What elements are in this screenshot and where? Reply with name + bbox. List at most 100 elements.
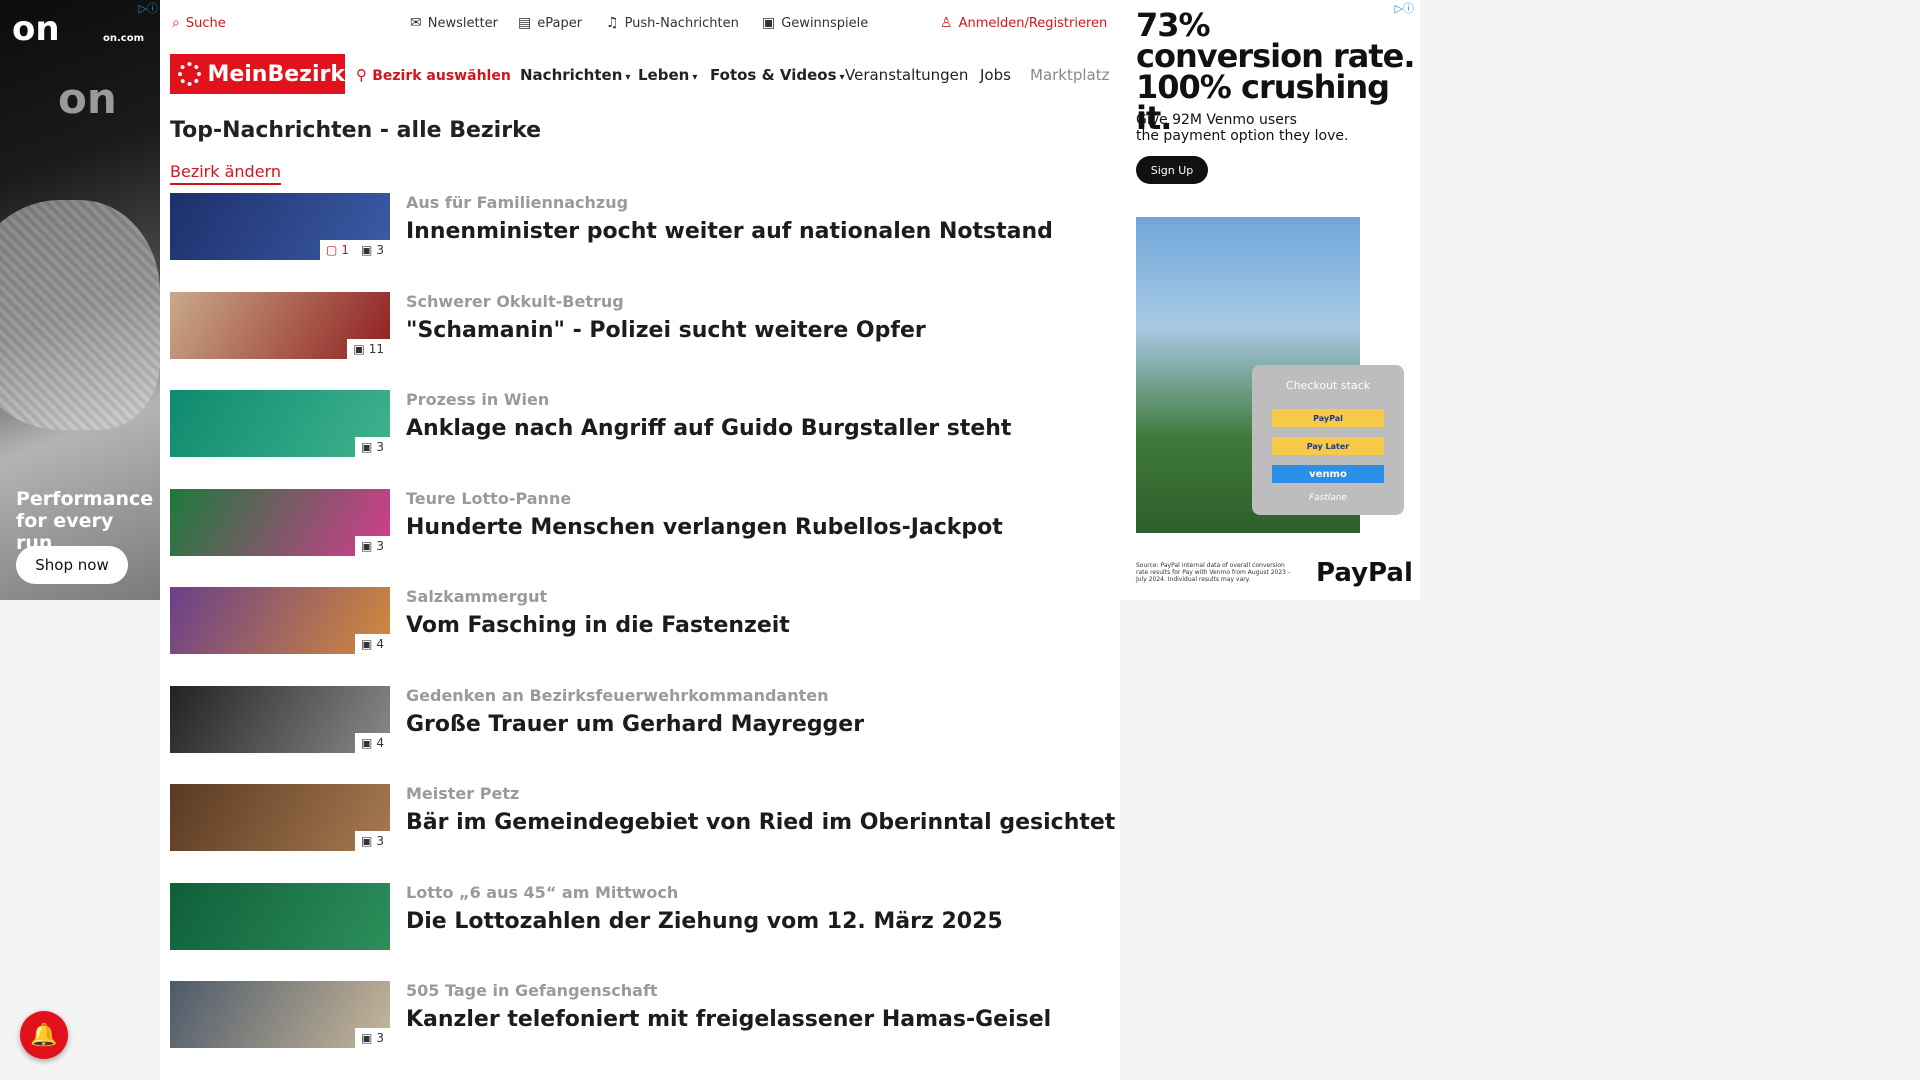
article-item[interactable]: ▣ 3 Meister Petz Bär im Gemeindegebiet von …: [170, 784, 1115, 852]
ad-shop-now-button[interactable]: Shop now: [16, 546, 128, 584]
top-utility-bar: ⌕ Suche ✉ Newsletter ▤ ePaper ♫ Push-Nac…: [160, 0, 1120, 46]
article-item[interactable]: ▣ 4 Salzkammergut Vom Fasching in die Faste…: [170, 587, 1110, 655]
mail-icon: ✉: [410, 15, 422, 31]
photo-count-badge: ▣ 4: [355, 634, 390, 654]
article-kicker: Gedenken an Bezirksfeuerwehrkommandanten: [406, 685, 829, 705]
thumbnail-badges: ▣ 3: [355, 535, 390, 556]
article-headline[interactable]: Die Lottozahlen der Ziehung vom 12. März…: [406, 909, 1003, 934]
article-thumbnail[interactable]: ▣ 3: [170, 390, 390, 457]
bell-icon: ♫: [606, 15, 619, 31]
image-icon: ▣: [361, 440, 373, 454]
thumbnail-badges: ▣ 3: [355, 1028, 390, 1048]
ad-right-rectangle[interactable]: ▷ⓘ 73% conversion rate. 100% crushing it…: [1120, 0, 1420, 600]
nav-jobs[interactable]: Jobs: [980, 66, 1011, 84]
ad-tagline: Performance for every run: [16, 488, 154, 554]
newsletter-link[interactable]: ✉ Newsletter: [410, 15, 498, 31]
select-district-link[interactable]: ⚲ Bezirk auswählen: [356, 66, 511, 84]
photo-count-badge: ▣ 4: [355, 732, 390, 753]
article-kicker: Prozess in Wien: [406, 390, 550, 409]
contests-link[interactable]: ▣ Gewinnspiele: [762, 15, 868, 31]
article-thumbnail[interactable]: ▣ 3: [170, 784, 390, 851]
ad-paypal-logo: PayPal: [1316, 558, 1413, 588]
ad-brand-logo: on: [12, 9, 60, 49]
adchoices-icon[interactable]: ▷ⓘ: [139, 0, 158, 16]
article-headline[interactable]: Kanzler telefoniert mit freigelassener H…: [406, 1007, 1051, 1032]
comment-count-badge: ▢ 1: [320, 240, 356, 260]
article-headline[interactable]: Bär im Gemeindegebiet von Ried im Oberin…: [406, 810, 1115, 835]
image-icon: ▣: [361, 538, 373, 553]
article-headline[interactable]: Anklage nach Angriff auf Guido Burgstall…: [406, 416, 1011, 441]
nav-photos-videos[interactable]: Fotos & Videos ▾: [710, 66, 845, 84]
ad-fastlane-label: Fastlane: [1308, 493, 1348, 503]
article-thumbnail[interactable]: ▣ 4: [170, 685, 390, 753]
article-item[interactable]: ▣ 3 Prozess in Wien Anklage nach Angriff au…: [170, 390, 1110, 458]
article-kicker: 505 Tage in Gefangenschaft: [406, 981, 658, 1000]
photo-count-badge: ▣ 3: [355, 831, 390, 851]
change-district-link[interactable]: Bezirk ändern: [170, 162, 281, 185]
photo-count-badge: ▣ 11: [347, 338, 390, 359]
article-thumbnail[interactable]: ▣ 3: [170, 981, 390, 1048]
nav-events[interactable]: Veranstaltungen: [845, 66, 968, 84]
article-headline[interactable]: Große Trauer um Gerhard Mayregger: [406, 712, 864, 737]
article-item[interactable]: ▣ 3 505 Tage in Gefangenschaft Kanzler tele…: [170, 981, 1110, 1049]
user-icon: ♙: [940, 15, 953, 31]
photo-count-badge: ▣ 3: [355, 1028, 390, 1048]
ad-logo-watermark: on: [58, 74, 117, 123]
ad-left-skyscraper[interactable]: ▷ⓘ on on on.com Performance for every ru…: [0, 0, 160, 600]
ad-pay-later-button: Pay Later: [1272, 437, 1384, 455]
chevron-down-icon: ▾: [625, 72, 631, 83]
article-item[interactable]: ▢ 1 ▣ 3 Aus für Familiennachzug Innenminister…: [170, 193, 1110, 261]
image-icon: ▣: [361, 243, 373, 257]
nav-news[interactable]: Nachrichten ▾: [520, 66, 630, 84]
article-item[interactable]: ▣ 4 Gedenken an Bezirksfeuerwehrkommandant…: [170, 685, 1110, 754]
article-kicker: Schwerer Okkult-Betrug: [406, 291, 624, 311]
map-pin-icon: ⚲: [356, 66, 367, 84]
ad-fineprint: Source: PayPal internal data of overall …: [1136, 562, 1291, 583]
site-logo[interactable]: MeinBezirk: [170, 54, 345, 94]
newspaper-icon: ▤: [518, 15, 532, 31]
article-item[interactable]: Lotto „6 aus 45“ am Mittwoch Die Lottozah…: [170, 882, 1110, 951]
article-thumbnail[interactable]: [170, 882, 390, 950]
chevron-down-icon: ▾: [839, 72, 845, 83]
epaper-link[interactable]: ▤ ePaper: [518, 15, 582, 31]
article-item[interactable]: ▣ 11 Schwerer Okkult-Betrug "Schamanin" - P…: [170, 291, 1110, 360]
article-kicker: Teure Lotto-Panne: [406, 488, 572, 508]
photo-count-badge: ▣ 3: [355, 535, 390, 556]
notification-bell-button[interactable]: 🔔: [20, 1011, 68, 1059]
image-icon: ▣: [361, 834, 373, 848]
article-thumbnail[interactable]: ▣ 4: [170, 587, 390, 654]
article-kicker: Aus für Familiennachzug: [406, 193, 629, 212]
image-icon: ▣: [361, 637, 373, 651]
main-navigation: MeinBezirk ⚲ Bezirk auswählen Nachrichte…: [160, 52, 1120, 98]
nav-marketplace[interactable]: Marktplatz: [1030, 66, 1110, 84]
article-thumbnail[interactable]: ▢ 1 ▣ 3: [170, 193, 390, 260]
ad-shoe-image: [0, 200, 160, 430]
ad-sign-up-button[interactable]: Sign Up: [1136, 156, 1208, 184]
photo-count-badge: ▣ 3: [355, 240, 390, 260]
photo-count-badge: ▣ 3: [355, 437, 390, 457]
push-notifications-link[interactable]: ♫ Push-Nachrichten: [606, 15, 739, 31]
search-link[interactable]: ⌕ Suche: [172, 15, 226, 31]
chevron-down-icon: ▾: [692, 72, 698, 83]
thumbnail-badges: ▣ 3: [355, 437, 390, 457]
article-headline[interactable]: Hunderte Menschen verlangen Rubellos-Jac…: [406, 515, 1003, 540]
image-icon: ▣: [353, 341, 365, 356]
page-title: Top-Nachrichten - alle Bezirke: [170, 118, 542, 143]
thumbnail-badges: ▣ 4: [355, 732, 390, 753]
article-headline[interactable]: Vom Fasching in die Fastenzeit: [406, 613, 790, 638]
article-thumbnail[interactable]: ▣ 3: [170, 488, 390, 556]
login-link[interactable]: ♙ Anmelden/Registrieren: [940, 15, 1107, 31]
article-thumbnail[interactable]: ▣ 11: [170, 291, 390, 359]
article-item[interactable]: ▣ 3 Teure Lotto-Panne Hunderte Menschen ver…: [170, 488, 1110, 557]
article-kicker: Meister Petz: [406, 784, 520, 803]
ad-venmo-button: venmo: [1272, 465, 1384, 483]
thumbnail-badges: ▢ 1 ▣ 3: [320, 240, 390, 260]
nav-life[interactable]: Leben ▾: [638, 66, 697, 84]
article-kicker: Lotto „6 aus 45“ am Mittwoch: [406, 882, 679, 902]
article-headline[interactable]: Innenminister pocht weiter auf nationale…: [406, 219, 1053, 244]
ad-domain: on.com: [102, 33, 144, 44]
ad-checkout-stack: Checkout stack PayPal Pay Later venmo Fa…: [1252, 365, 1404, 515]
article-headline[interactable]: "Schamanin" - Polizei sucht weitere Opfe…: [406, 318, 926, 343]
bell-icon: 🔔: [30, 1022, 58, 1048]
search-icon: ⌕: [172, 15, 180, 31]
